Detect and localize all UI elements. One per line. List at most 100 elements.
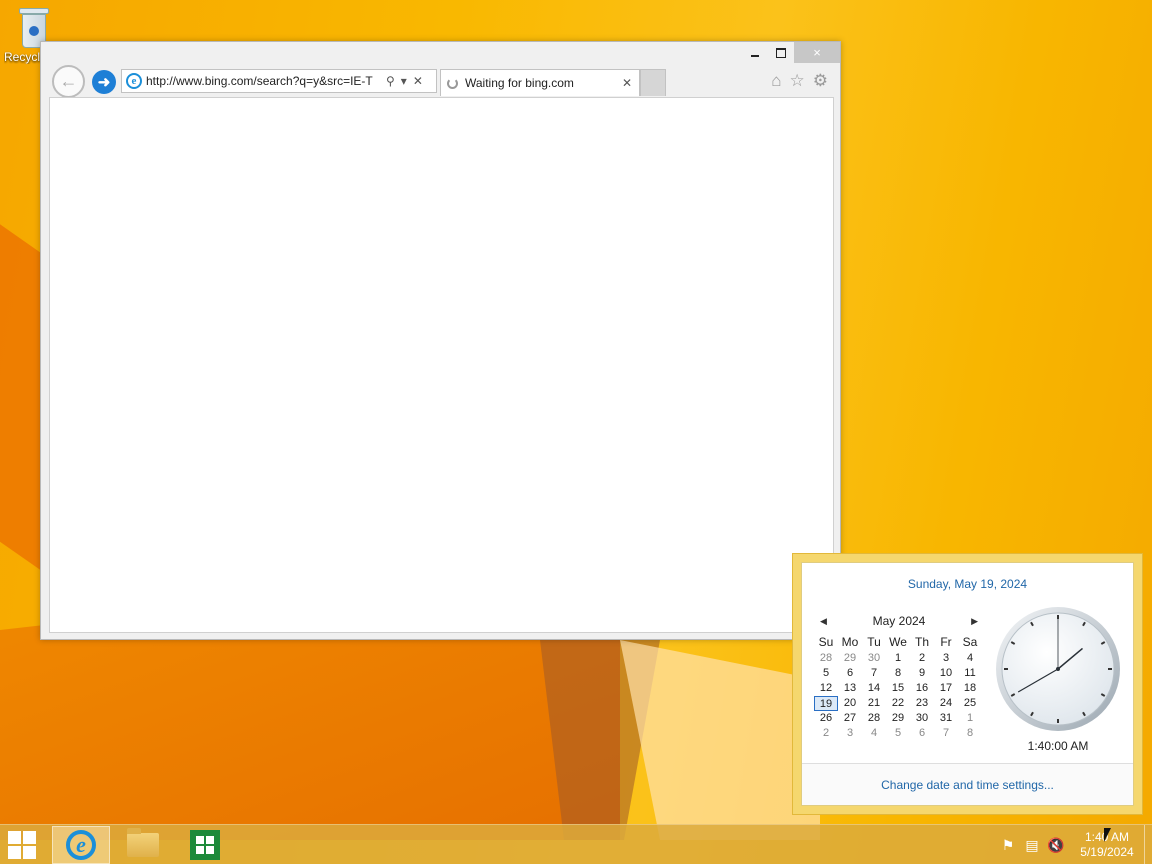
search-icon[interactable]: ⚲ bbox=[386, 74, 395, 88]
calendar-day[interactable]: 5 bbox=[814, 666, 838, 681]
calendar-day[interactable]: 18 bbox=[958, 681, 982, 696]
calendar-day[interactable]: 27 bbox=[838, 711, 862, 726]
digital-time-label: 1:40:00 AM bbox=[1027, 739, 1089, 753]
taskbar-store[interactable] bbox=[176, 826, 234, 864]
internet-explorer-window[interactable]: × ← ➜ e http://www.bing.com/search?q=y&s… bbox=[40, 41, 841, 640]
calendar-day[interactable]: 24 bbox=[934, 696, 958, 711]
network-icon[interactable]: ▤ bbox=[1020, 837, 1044, 854]
calendar-day[interactable]: 26 bbox=[814, 711, 838, 726]
calendar-day[interactable]: 8 bbox=[958, 726, 982, 741]
calendar-day[interactable]: 10 bbox=[934, 666, 958, 681]
previous-month-icon[interactable]: ◀ bbox=[820, 616, 827, 627]
calendar-day[interactable]: 1 bbox=[886, 651, 910, 666]
weekday-header: Sa bbox=[962, 635, 978, 649]
weekday-header: We bbox=[889, 635, 907, 649]
full-date-link[interactable]: Sunday, May 19, 2024 bbox=[802, 577, 1133, 591]
calendar: ◀ May 2024 ▶ Su Mo Tu We Th Fr Sa 28 29 30 1 2 3 4 5 6 7… bbox=[814, 613, 984, 741]
weekday-header: Fr bbox=[940, 635, 952, 649]
tab-close-icon[interactable]: ✕ bbox=[619, 76, 635, 90]
calendar-day[interactable]: 14 bbox=[862, 681, 886, 696]
analog-clock bbox=[994, 605, 1122, 733]
navigation-bar: ← ➜ e http://www.bing.com/search?q=y&src… bbox=[49, 65, 834, 99]
close-button[interactable]: × bbox=[794, 42, 840, 63]
maximize-button[interactable] bbox=[768, 42, 794, 63]
toolbar-right-icons: ⌂ ☆ ⚙ bbox=[771, 71, 828, 91]
calendar-day[interactable]: 7 bbox=[934, 726, 958, 741]
calendar-day[interactable]: 13 bbox=[838, 681, 862, 696]
page-content-area[interactable] bbox=[49, 97, 834, 633]
show-desktop-button[interactable] bbox=[1144, 825, 1152, 864]
wallpaper-shape bbox=[620, 640, 820, 840]
go-button[interactable]: ➜ bbox=[92, 70, 116, 94]
minimize-button[interactable] bbox=[742, 42, 768, 63]
next-month-icon[interactable]: ▶ bbox=[971, 616, 978, 627]
calendar-day[interactable]: 6 bbox=[910, 726, 934, 741]
calendar-day[interactable]: 8 bbox=[886, 666, 910, 681]
favorites-star-icon[interactable]: ☆ bbox=[790, 71, 805, 91]
calendar-day[interactable]: 30 bbox=[910, 711, 934, 726]
calendar-month-label[interactable]: May 2024 bbox=[873, 614, 926, 628]
calendar-day[interactable]: 31 bbox=[934, 711, 958, 726]
weekday-header: Su bbox=[818, 635, 834, 649]
new-tab-button[interactable] bbox=[640, 69, 666, 96]
change-date-time-settings-link[interactable]: Change date and time settings... bbox=[881, 778, 1054, 792]
home-icon[interactable]: ⌂ bbox=[771, 71, 781, 91]
calendar-day[interactable]: 29 bbox=[838, 651, 862, 666]
mouse-cursor bbox=[1104, 828, 1118, 842]
gear-icon[interactable]: ⚙ bbox=[813, 71, 828, 91]
folder-icon bbox=[127, 828, 159, 857]
store-icon bbox=[190, 830, 220, 860]
calendar-day[interactable]: 23 bbox=[910, 696, 934, 711]
calendar-day[interactable]: 3 bbox=[838, 726, 862, 741]
action-center-flag-icon[interactable]: ⚑ bbox=[996, 837, 1020, 854]
address-url[interactable]: http://www.bing.com/search?q=y&src=IE-T bbox=[146, 74, 382, 88]
calendar-day[interactable]: 21 bbox=[862, 696, 886, 711]
forward-arrow-icon: ➜ bbox=[97, 74, 111, 91]
calendar-day[interactable]: 17 bbox=[934, 681, 958, 696]
calendar-day[interactable]: 15 bbox=[886, 681, 910, 696]
calendar-day[interactable]: 25 bbox=[958, 696, 982, 711]
browser-tab[interactable]: Waiting for bing.com ✕ bbox=[440, 69, 640, 96]
ie-page-icon: e bbox=[126, 73, 142, 89]
calendar-day[interactable]: 16 bbox=[910, 681, 934, 696]
windows-logo-icon bbox=[8, 831, 21, 844]
calendar-day[interactable]: 11 bbox=[958, 666, 982, 681]
calendar-day[interactable]: 20 bbox=[838, 696, 862, 711]
dropdown-arrow-icon[interactable]: ▾ bbox=[401, 74, 407, 88]
clock-calendar-flyout: Sunday, May 19, 2024 ◀ May 2024 ▶ Su Mo Tu… bbox=[792, 553, 1143, 815]
calendar-grid: Su Mo Tu We Th Fr Sa 28 29 30 1 2 3 4 5 6 7 8 9 10 11 12 13 14 1… bbox=[814, 635, 984, 741]
taskbar-date: 5/19/2024 bbox=[1080, 845, 1134, 859]
calendar-day[interactable]: 5 bbox=[886, 726, 910, 741]
taskbar-internet-explorer[interactable]: e bbox=[52, 826, 110, 864]
calendar-day[interactable]: 1 bbox=[958, 711, 982, 726]
calendar-day[interactable]: 4 bbox=[958, 651, 982, 666]
taskbar-file-explorer[interactable] bbox=[114, 826, 172, 864]
calendar-day[interactable]: 9 bbox=[910, 666, 934, 681]
notification-area: ⚑ ▤ 🔇 1:40 AM 5/19/2024 bbox=[996, 825, 1152, 864]
flyout-footer: Change date and time settings... bbox=[802, 763, 1133, 805]
calendar-day[interactable]: 2 bbox=[910, 651, 934, 666]
calendar-day[interactable]: 4 bbox=[862, 726, 886, 741]
calendar-day-today[interactable]: 19 bbox=[814, 696, 838, 711]
calendar-day[interactable]: 3 bbox=[934, 651, 958, 666]
calendar-day[interactable]: 29 bbox=[886, 711, 910, 726]
back-button[interactable]: ← bbox=[52, 65, 85, 98]
calendar-day[interactable]: 28 bbox=[862, 711, 886, 726]
start-button[interactable] bbox=[8, 831, 38, 859]
window-caption-buttons: × bbox=[742, 42, 840, 63]
stop-icon[interactable]: ✕ bbox=[413, 74, 423, 88]
calendar-day[interactable]: 12 bbox=[814, 681, 838, 696]
back-arrow-icon: ← bbox=[59, 71, 78, 91]
calendar-day[interactable]: 22 bbox=[886, 696, 910, 711]
loading-spinner-icon bbox=[447, 77, 458, 89]
address-bar[interactable]: e http://www.bing.com/search?q=y&src=IE-… bbox=[121, 69, 437, 93]
tab-title: Waiting for bing.com bbox=[465, 76, 574, 90]
weekday-header: Th bbox=[914, 635, 929, 649]
calendar-day[interactable]: 30 bbox=[862, 651, 886, 666]
taskbar: e ⚑ ▤ 🔇 1:40 AM 5/19/2024 bbox=[0, 824, 1152, 864]
calendar-day[interactable]: 28 bbox=[814, 651, 838, 666]
calendar-day[interactable]: 2 bbox=[814, 726, 838, 741]
calendar-day[interactable]: 7 bbox=[862, 666, 886, 681]
volume-muted-icon[interactable]: 🔇 bbox=[1044, 837, 1068, 854]
calendar-day[interactable]: 6 bbox=[838, 666, 862, 681]
